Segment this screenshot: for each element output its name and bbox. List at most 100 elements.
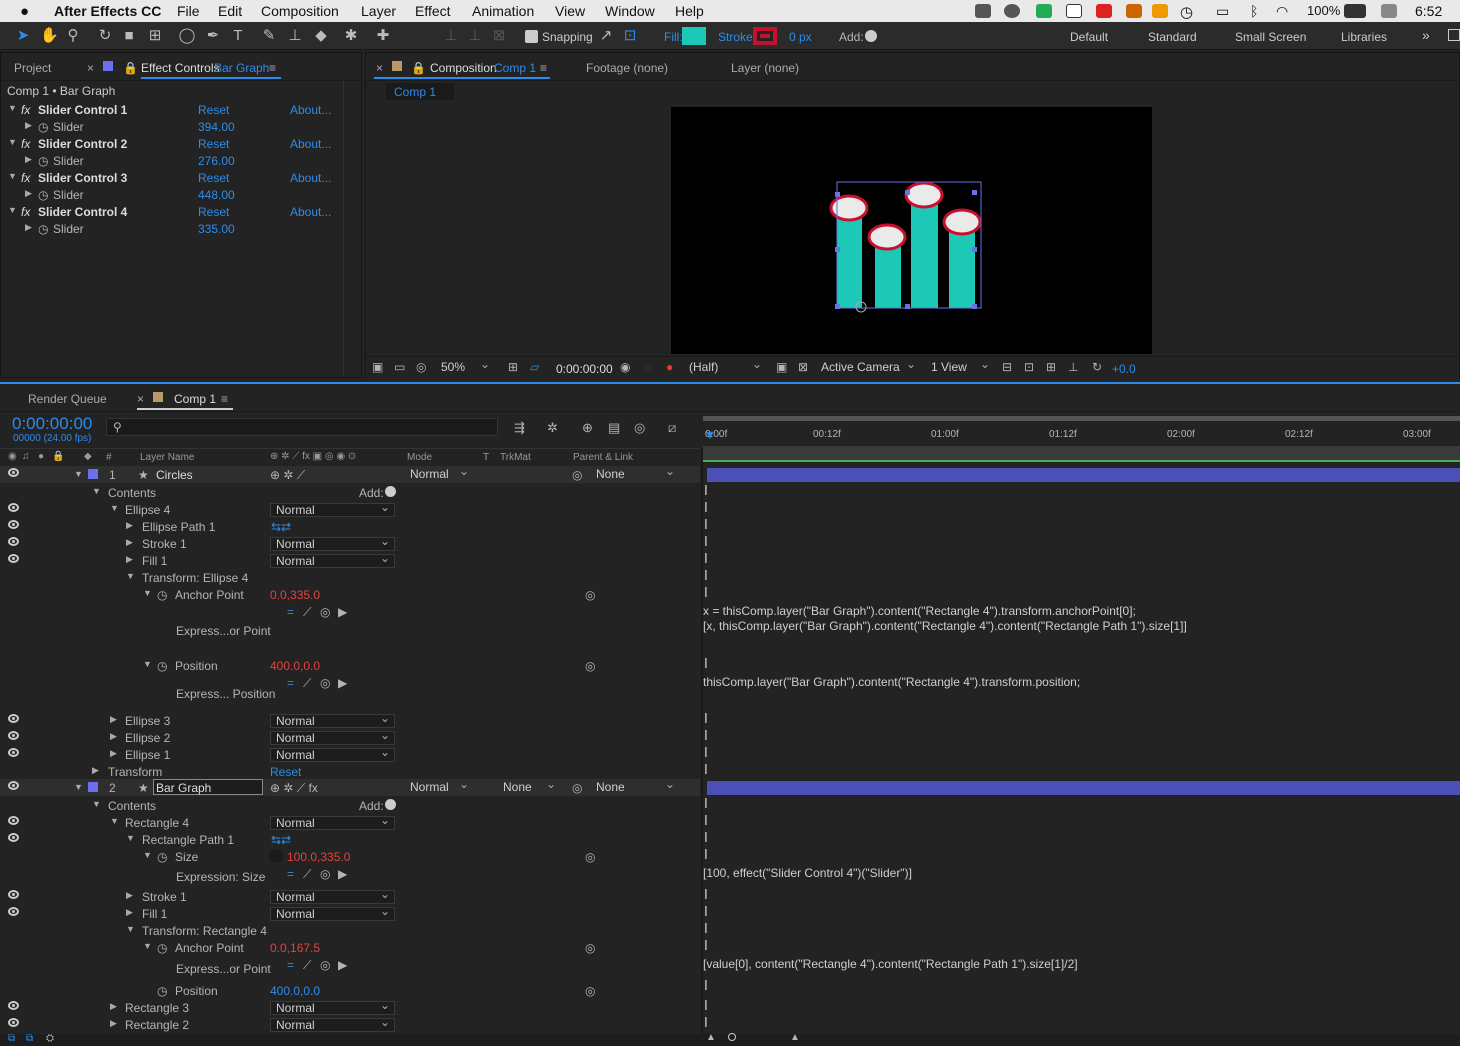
snap-features-icon[interactable]: ⊡ <box>621 27 639 45</box>
stopwatch-icon[interactable]: ◷ <box>38 222 48 236</box>
selection-tool-icon[interactable]: ➤ <box>14 27 32 45</box>
fx-icon[interactable]: fx <box>21 103 30 117</box>
battery-icon[interactable] <box>1344 4 1366 18</box>
zoom-slider-handle[interactable] <box>728 1033 736 1041</box>
blend-mode-select[interactable]: Normal <box>270 552 395 568</box>
stroke-width[interactable]: 0 px <box>789 30 812 44</box>
snap-edges-icon[interactable]: ↗ <box>597 27 615 45</box>
reset-link[interactable]: Reset <box>198 205 229 219</box>
effect-name[interactable]: Slider Control 1 <box>38 103 127 117</box>
work-area-bar[interactable] <box>703 416 1460 421</box>
roto-brush-tool-icon[interactable]: ✱ <box>342 27 360 45</box>
effect-panel-scrollbar[interactable] <box>343 81 344 377</box>
panel-menu-icon[interactable]: ≡ <box>269 61 276 75</box>
expand-triangle-icon[interactable]: ▶ <box>126 890 133 901</box>
group-name[interactable]: Rectangle 3 <box>125 1001 189 1015</box>
display-mode-icon[interactable]: ▭ <box>394 360 405 374</box>
mode-select[interactable]: Normal <box>405 778 473 795</box>
pick-whip-icon[interactable]: ◎ <box>585 941 595 955</box>
layer-switches-icon[interactable]: ⊕ ✲ ⟋ fx <box>270 781 318 796</box>
pick-whip-icon[interactable]: ◎ <box>585 588 595 602</box>
tab-effect-controls[interactable]: Effect Controls <box>141 61 219 75</box>
tab-footage[interactable]: Footage (none) <box>586 61 668 75</box>
bluetooth-icon[interactable]: ᛒ <box>1250 3 1258 19</box>
layer-switches-toggle-icon[interactable]: ⧉ <box>8 1033 15 1044</box>
solo-header-icon[interactable]: ● <box>38 451 44 462</box>
property-value[interactable]: 400.0,0.0 <box>270 984 320 998</box>
comp-mini-flowchart-icon[interactable]: ⇶ <box>514 420 525 436</box>
more-workspaces-icon[interactable]: » <box>1422 27 1430 43</box>
pen-tool-icon[interactable]: ✒ <box>204 27 222 45</box>
layer-duration-bar-circles[interactable] <box>707 468 1460 482</box>
expression-text-position[interactable]: thisComp.layer("Bar Graph").content("Rec… <box>703 675 1080 689</box>
expression-text-anchor-2[interactable]: [x, thisComp.layer("Bar Graph").content(… <box>703 619 1187 633</box>
contents-label[interactable]: Contents <box>108 799 156 813</box>
visibility-eye-icon[interactable] <box>8 503 19 512</box>
property-value[interactable]: 100.0,335.0 <box>287 850 350 864</box>
add-shape-button[interactable] <box>865 30 877 42</box>
expand-triangle-icon[interactable]: ▶ <box>25 154 32 165</box>
expand-triangle-icon[interactable]: ▼ <box>110 503 119 513</box>
property-value[interactable]: 0.0,167.5 <box>270 941 320 955</box>
about-link[interactable]: About... <box>290 205 331 219</box>
rotate-tool-icon[interactable]: ↻ <box>96 27 114 45</box>
pick-whip-icon[interactable]: ◎ <box>320 605 330 619</box>
stopwatch-icon[interactable]: ◷ <box>38 120 48 134</box>
exposure-value[interactable]: +0.0 <box>1112 362 1136 376</box>
group-name[interactable]: Ellipse 2 <box>125 731 170 745</box>
visibility-eye-icon[interactable] <box>8 537 19 546</box>
visibility-eye-icon[interactable] <box>8 748 19 757</box>
effect-name[interactable]: Slider Control 4 <box>38 205 127 219</box>
expand-triangle-icon[interactable]: ▶ <box>25 120 32 131</box>
stopwatch-icon[interactable]: ◷ <box>38 188 48 202</box>
layer-duration-bar-bar-graph[interactable] <box>707 781 1460 795</box>
fx-icon[interactable]: fx <box>21 171 30 185</box>
fast-preview-icon[interactable]: ⊡ <box>1024 360 1034 374</box>
expression-enable-icon[interactable]: = <box>287 605 294 619</box>
property-name[interactable]: Transform: Ellipse 4 <box>142 571 248 585</box>
render-time-toggle-icon[interactable]: ⛭ <box>46 1033 54 1044</box>
blend-mode-select[interactable]: Normal <box>270 814 395 830</box>
blend-mode-select[interactable]: Normal <box>270 535 395 551</box>
grid-toggle-icon[interactable]: ⊞ <box>508 360 518 374</box>
hand-tool-icon[interactable]: ✋ <box>40 27 59 45</box>
axis-view-icon[interactable]: ⊠ <box>490 27 508 45</box>
layer-row-circles[interactable]: ▼ 1 ★ Circles ⊕ ✲ ⟋ Normal ◎ None <box>0 465 700 483</box>
workspace-small-screen[interactable]: Small Screen <box>1235 30 1306 44</box>
property-name[interactable]: Position <box>175 659 218 673</box>
menu-composition[interactable]: Composition <box>261 3 339 19</box>
tab-effect-layer[interactable]: Bar Graph <box>214 61 269 75</box>
av-eye-header-icon[interactable]: ◉ <box>8 451 17 462</box>
status-app-icon[interactable] <box>1036 4 1052 18</box>
draft-3d-icon[interactable]: ✲ <box>547 420 558 436</box>
menu-animation[interactable]: Animation <box>472 3 534 19</box>
property-name[interactable]: Anchor Point <box>175 941 244 955</box>
visibility-eye-icon[interactable] <box>8 833 19 842</box>
axis-local-icon[interactable]: ⊥ <box>442 27 460 45</box>
pixel-aspect-icon[interactable]: ⊟ <box>1002 360 1012 374</box>
expand-triangle-icon[interactable]: ▶ <box>25 222 32 233</box>
pick-whip-icon[interactable]: ◎ <box>585 984 595 998</box>
property-name[interactable]: Stroke 1 <box>142 537 187 551</box>
property-name[interactable]: Fill 1 <box>142 554 167 568</box>
tab-comp-name[interactable]: Comp 1 <box>494 61 536 75</box>
preview-cache-icon[interactable]: ▣ <box>372 360 383 374</box>
type-tool-icon[interactable]: T <box>229 27 247 45</box>
lock-icon[interactable]: 🔒 <box>123 61 138 75</box>
expand-triangle-icon[interactable]: ▶ <box>110 731 117 742</box>
visibility-eye-icon[interactable] <box>8 890 19 899</box>
close-tab-icon[interactable]: × <box>376 61 383 75</box>
slider-value[interactable]: 335.00 <box>198 222 235 236</box>
lock-icon[interactable]: 🔒 <box>411 61 426 75</box>
about-link[interactable]: About... <box>290 103 331 117</box>
tab-project[interactable]: Project <box>14 61 51 75</box>
search-help-icon[interactable] <box>1448 29 1460 41</box>
workspace-libraries[interactable]: Libraries <box>1341 30 1387 44</box>
resolution-select[interactable]: (Half) <box>684 358 766 375</box>
viewer-timecode[interactable]: 0:00:00:00 <box>556 362 613 376</box>
expand-triangle-icon[interactable]: ▶ <box>126 554 133 565</box>
expand-triangle-icon[interactable]: ▼ <box>8 171 17 181</box>
expand-triangle-icon[interactable]: ▼ <box>8 205 17 215</box>
expression-menu-icon[interactable]: ▶ <box>338 605 347 619</box>
hide-shy-icon[interactable]: ⊕ <box>582 420 593 436</box>
